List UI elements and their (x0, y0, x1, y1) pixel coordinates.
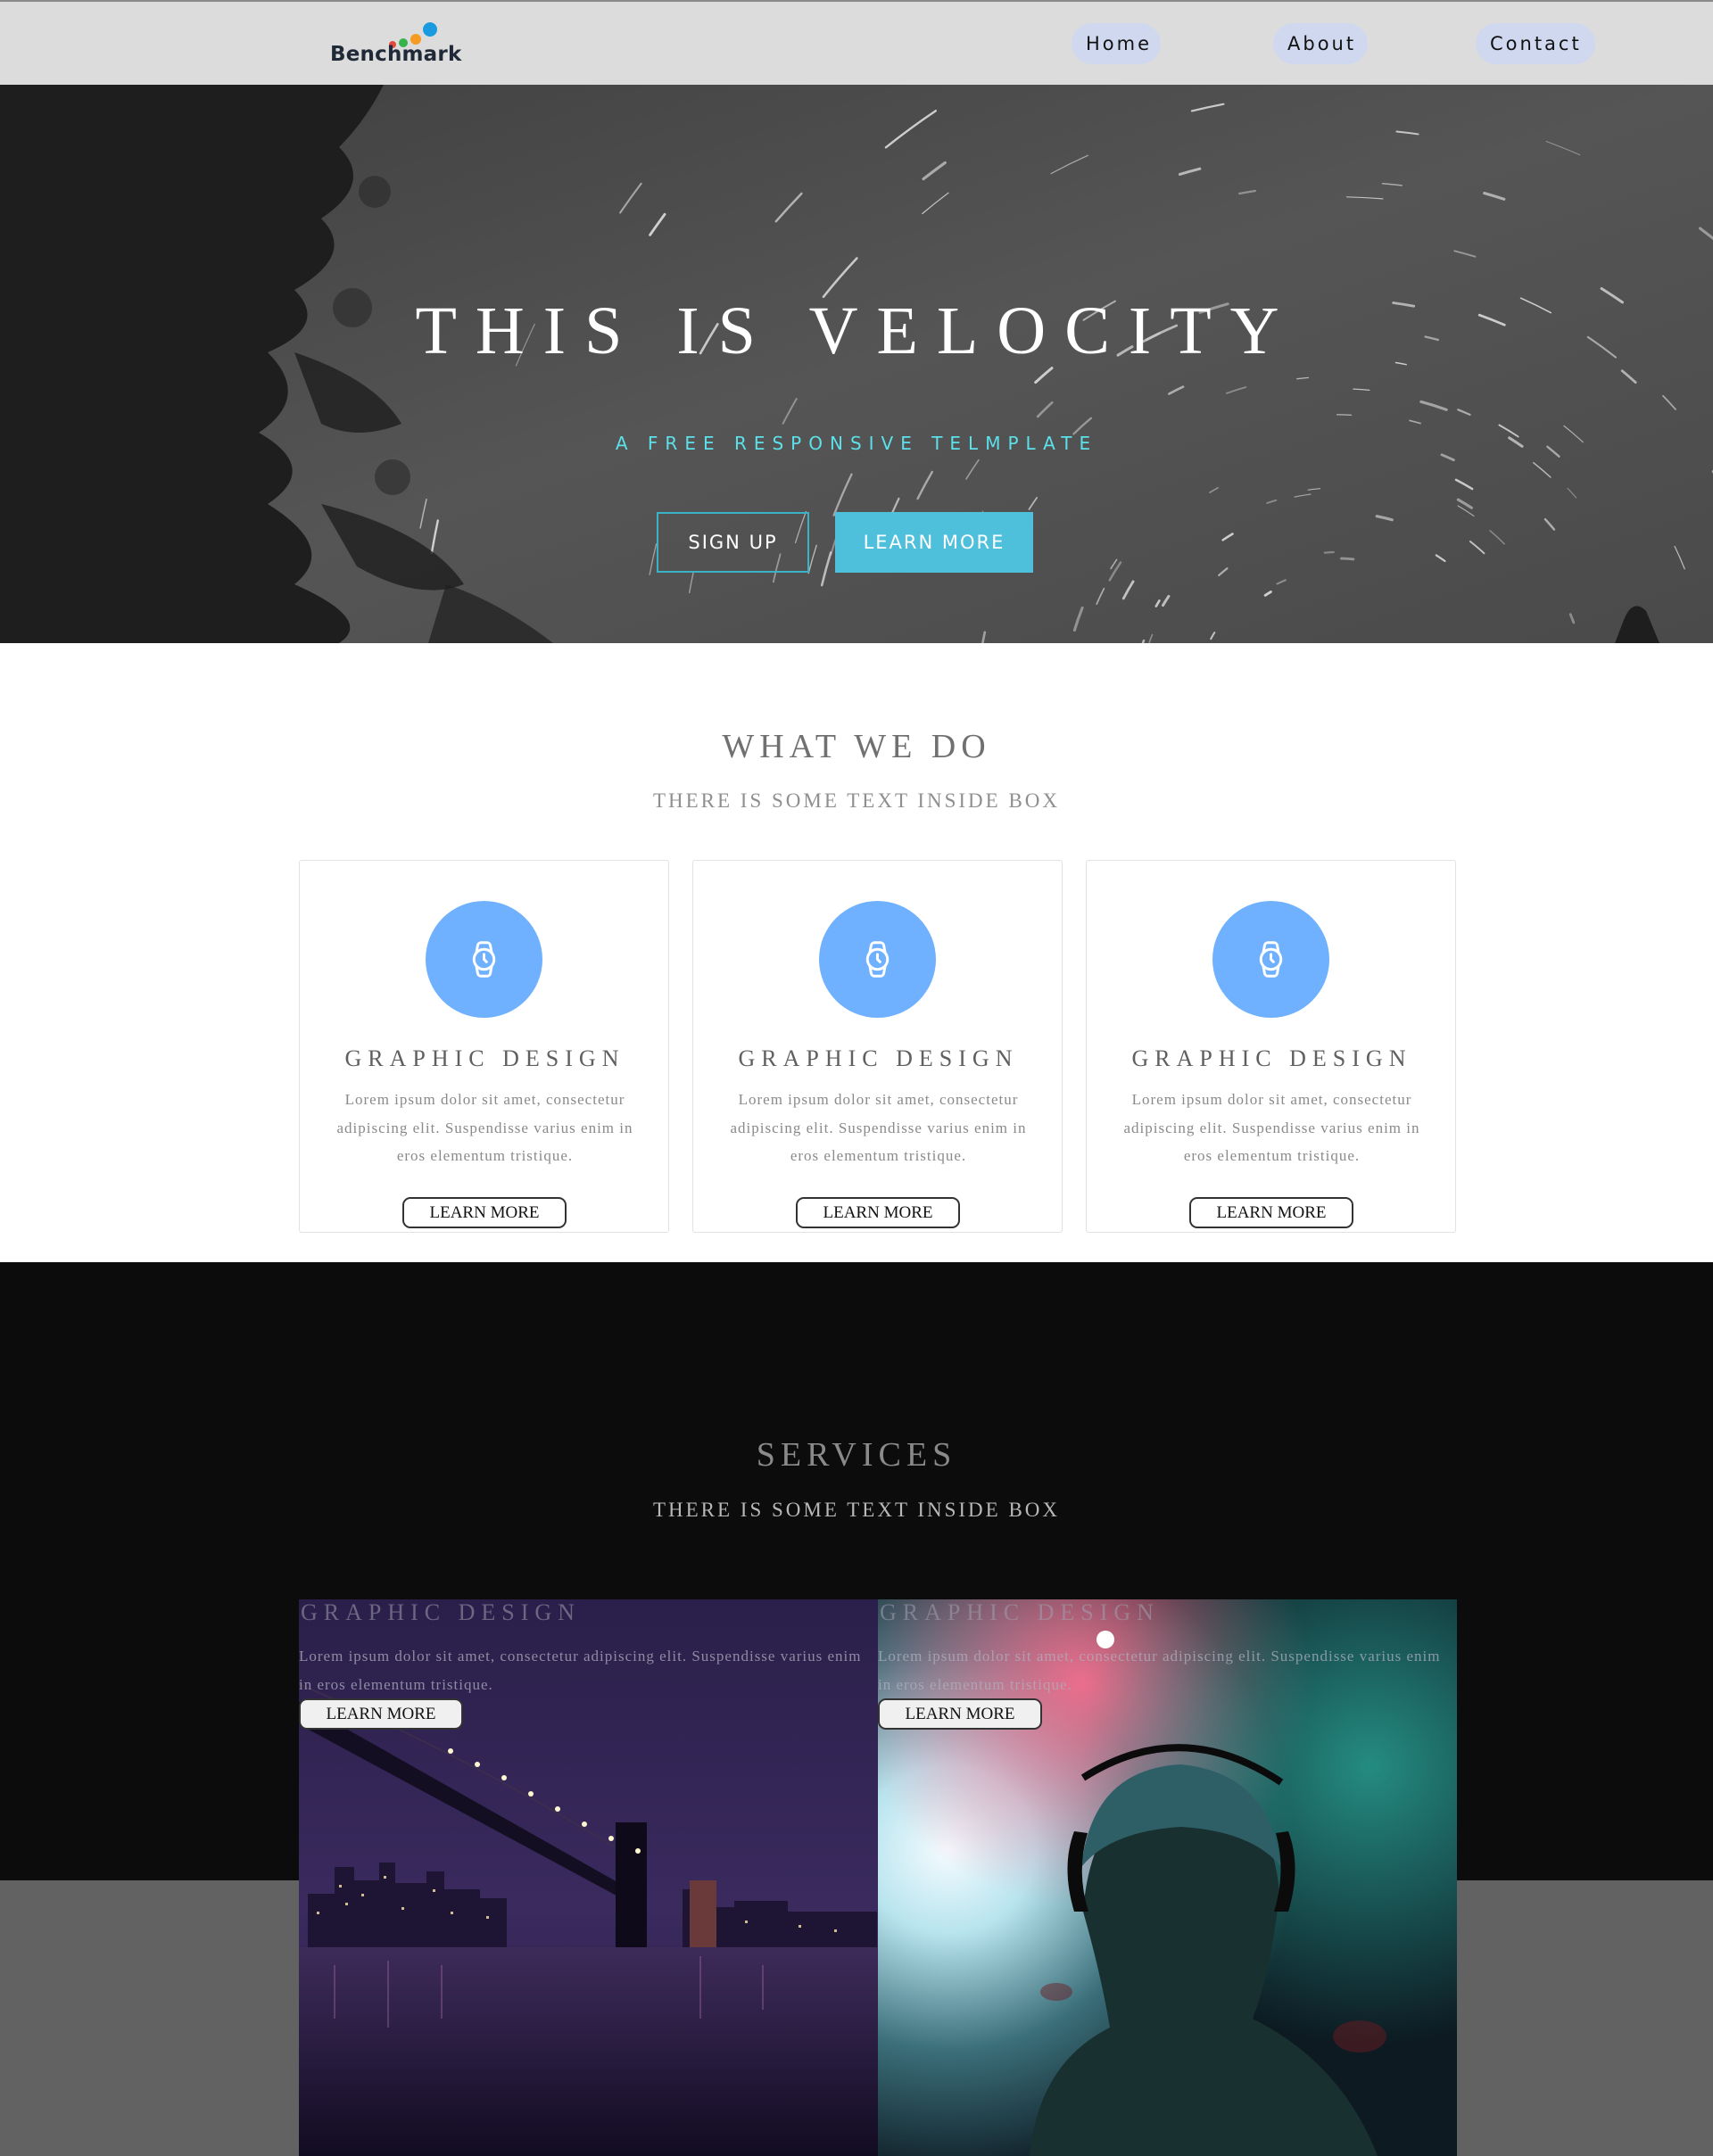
card-learn-more-button[interactable]: LEARN MORE (1189, 1197, 1353, 1228)
nav-about[interactable]: About (1273, 23, 1368, 64)
service-panel-text: Lorem ipsum dolor sit amet, consectetur … (878, 1648, 1441, 1693)
star-trail (1340, 557, 1355, 561)
card-text: Lorem ipsum dolor sit amet, consectetur … (1123, 1091, 1420, 1164)
nav-home[interactable]: Home (1072, 23, 1161, 64)
service-card: GRAPHIC DESIGN Lorem ipsum dolor sit ame… (299, 860, 669, 1233)
services-title: SERVICES (756, 1436, 957, 1474)
watch-icon (865, 941, 890, 978)
service-panel-city: GRAPHIC DESIGN Lorem ipsum dolor sit ame… (299, 1599, 878, 2156)
service-panel-title: GRAPHIC DESIGN (301, 1599, 581, 1625)
hero: THIS IS VELOCITY A FREE RESPONSIVE TELMP… (0, 85, 1713, 643)
signup-button[interactable]: SIGN UP (657, 512, 809, 573)
hero-learn-more-button[interactable]: LEARN MORE (835, 512, 1033, 573)
service-card: GRAPHIC DESIGN Lorem ipsum dolor sit ame… (1086, 860, 1456, 1233)
service-learn-more-button[interactable]: LEARN MORE (878, 1698, 1042, 1730)
logo-text: Benchmark (330, 43, 462, 66)
card-text: Lorem ipsum dolor sit amet, consectetur … (730, 1091, 1027, 1164)
what-we-do-subtitle: THERE IS SOME TEXT INSIDE BOX (652, 789, 1061, 812)
card-learn-more-button[interactable]: LEARN MORE (402, 1197, 567, 1228)
what-we-do-title: WHAT WE DO (722, 728, 991, 765)
nav-contact[interactable]: Contact (1476, 23, 1595, 64)
card-icon-circle (819, 901, 936, 1018)
card-text: Lorem ipsum dolor sit amet, consectetur … (336, 1091, 633, 1164)
services-subtitle: THERE IS SOME TEXT INSIDE BOX (652, 1499, 1061, 1521)
watch-icon (472, 941, 496, 978)
star-trail (1323, 550, 1335, 554)
card-title: GRAPHIC DESIGN (1131, 1045, 1412, 1071)
card-icon-circle (1212, 901, 1329, 1018)
hero-subtitle: A FREE RESPONSIVE TELMPLATE (615, 433, 1098, 454)
service-learn-more-button[interactable]: LEARN MORE (299, 1698, 463, 1730)
card-title: GRAPHIC DESIGN (344, 1045, 625, 1071)
navbar: Benchmark Home About Contact (0, 0, 1713, 85)
service-card: GRAPHIC DESIGN Lorem ipsum dolor sit ame… (692, 860, 1063, 1233)
card-learn-more-button[interactable]: LEARN MORE (796, 1197, 960, 1228)
service-panel-dj: GRAPHIC DESIGN Lorem ipsum dolor sit ame… (878, 1599, 1457, 2156)
card-icon-circle (426, 901, 542, 1018)
logo[interactable]: Benchmark (330, 18, 461, 71)
hero-title: THIS IS VELOCITY (415, 293, 1298, 368)
watch-icon (1259, 941, 1283, 978)
service-panel-title: GRAPHIC DESIGN (880, 1599, 1160, 1625)
service-panel-text: Lorem ipsum dolor sit amet, consectetur … (299, 1648, 862, 1693)
card-title: GRAPHIC DESIGN (738, 1045, 1019, 1071)
